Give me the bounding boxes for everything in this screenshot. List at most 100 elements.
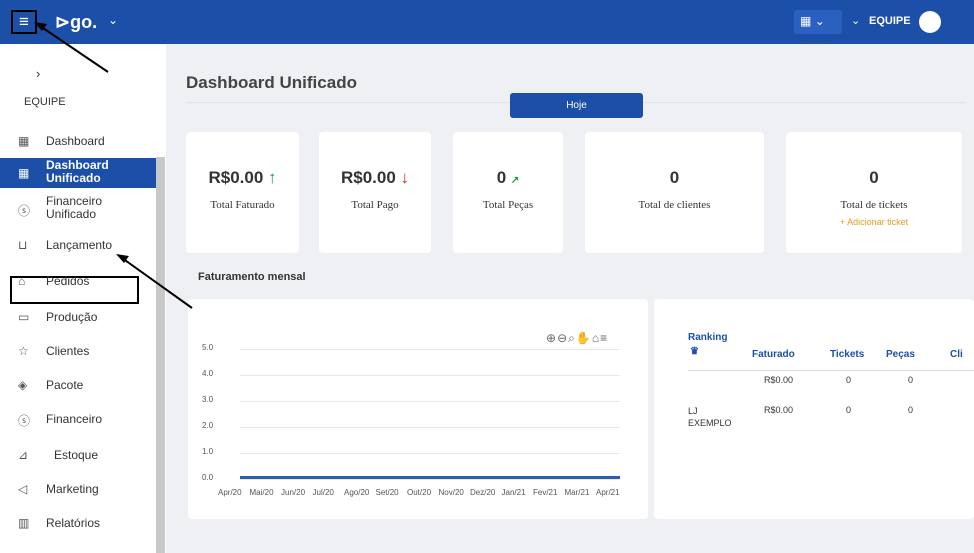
y-tick-label: 1.0 — [202, 447, 214, 456]
col-faturado[interactable]: Faturado — [752, 349, 795, 360]
dolly-icon: ⊿ — [18, 448, 29, 462]
ranking-title: Ranking — [688, 332, 728, 343]
section-title: Faturamento mensal — [198, 271, 306, 283]
sidebar: › EQUIPE ▦ Dashboard ▦ Dashboard Unificado… — [0, 44, 166, 553]
scrollbar[interactable] — [156, 157, 165, 553]
megaphone-icon: ◁ — [18, 482, 28, 496]
sidebar-item-pedidos[interactable]: ⌂ Pedidos — [0, 266, 156, 296]
gridline — [240, 375, 620, 376]
x-tick-label: Nov/20 — [438, 488, 464, 497]
card-total-pecas: 0 ↗ Total Peças — [453, 132, 563, 253]
sidebar-item-financeiro-unificado[interactable]: ⓢ Financeiro Unificado — [0, 194, 156, 224]
gridline — [240, 453, 620, 454]
row2-tickets: 0 — [846, 405, 852, 415]
building-icon: ▦ — [800, 14, 812, 28]
x-tick-label: Ago/20 — [344, 488, 370, 497]
page-title: Dashboard Unificado — [186, 73, 357, 92]
sidebar-item-clientes[interactable]: ☆ Clientes — [0, 336, 156, 366]
sidebar-item-dashboard-unificado[interactable]: ▦ Dashboard Unificado — [0, 158, 156, 188]
main-content: Dashboard Unificado Hoje R$0.00 ↑ Total … — [166, 44, 974, 553]
chart-panel: ⊕⊖⌕✋⌂≡ 5.0 4.0 3.0 2.0 1.0 0.0 Apr/20 Mai/20 Jun… — [188, 299, 648, 519]
trophy-icon: ♛ — [690, 346, 699, 357]
zoom-out-icon[interactable]: ⊖ — [557, 331, 568, 345]
card-label: Total Peças — [482, 199, 534, 211]
x-tick-label: Dez/20 — [470, 488, 496, 497]
sidebar-item-relatorios[interactable]: ▥ Relatórios — [0, 508, 156, 538]
row2-faturado: R$0.00 — [764, 405, 794, 415]
sidebar-item-producao[interactable]: ▭ Produção — [0, 302, 156, 332]
sidebar-item-lancamento[interactable]: ⊔ Lançamento — [0, 230, 156, 260]
team-label[interactable]: EQUIPE — [869, 15, 911, 27]
star-icon: ☆ — [18, 344, 29, 358]
card-label: Total Faturado — [210, 199, 275, 211]
x-tick-label: Jun/20 — [281, 488, 306, 497]
gridline — [240, 427, 620, 428]
chevron-down-icon[interactable]: ⌄ — [851, 14, 860, 27]
chevron-down-icon[interactable]: ⌄ — [108, 13, 118, 27]
home-icon[interactable]: ⌂ — [592, 331, 600, 345]
gridline — [240, 479, 620, 480]
dollar-circle-icon: ⓢ — [18, 414, 31, 428]
trend-up-icon: ↗ — [510, 175, 520, 186]
x-tick-label: Out/20 — [407, 488, 432, 497]
card-total-clientes: 0 Total de clientes — [585, 132, 764, 253]
x-tick-label: Mai/20 — [249, 488, 274, 497]
card-value: 0 — [496, 168, 507, 187]
sidebar-item-estoque[interactable]: ⊿ Estoque — [0, 440, 156, 470]
arrow-up-icon: ↑ — [268, 168, 277, 187]
card-value: R$0.00 — [340, 168, 396, 187]
building-select[interactable]: ▦ ⌄ — [794, 10, 842, 34]
card-label: Total Pago — [351, 199, 399, 211]
pan-icon[interactable]: ✋ — [576, 331, 592, 345]
ranking-panel: Ranking ♛ Faturado Tickets Peças Cli R$0… — [654, 299, 974, 519]
card-label: Total de clientes — [638, 199, 711, 211]
x-tick-label: Fev/21 — [533, 488, 558, 497]
gridline — [240, 349, 620, 350]
card-value: R$0.00 — [208, 168, 264, 187]
row1-pecas: 0 — [908, 375, 914, 385]
chart-icon: ▥ — [18, 516, 30, 530]
card-value: 0 — [869, 168, 879, 187]
hamburger-menu-icon[interactable]: ≡ — [11, 10, 37, 34]
card-total-tickets: 0 Total de tickets + Adicionar ticket — [786, 132, 962, 253]
x-tick-label: Mar/21 — [564, 488, 590, 497]
add-ticket-link[interactable]: + Adicionar ticket — [786, 217, 962, 227]
sidebar-item-financeiro[interactable]: ⓢ Financeiro — [0, 404, 156, 434]
sidebar-item-marketing[interactable]: ◁ Marketing — [0, 474, 156, 504]
grid-icon: ▦ — [18, 134, 30, 148]
card-label: Total de tickets — [840, 199, 908, 211]
series-line — [240, 476, 620, 479]
menu-icon[interactable]: ≡ — [600, 331, 608, 345]
y-tick-label: 0.0 — [202, 473, 214, 482]
grid-icon: ▦ — [18, 166, 30, 180]
sidebar-item-dashboard[interactable]: ▦ Dashboard — [0, 126, 156, 156]
gridline — [240, 401, 620, 402]
search-icon[interactable]: ⌕ — [568, 331, 576, 345]
truck-icon: ▭ — [18, 310, 30, 324]
user-avatar-icon[interactable] — [919, 11, 941, 33]
logo[interactable]: ⊳go. — [55, 12, 97, 33]
chevron-right-icon[interactable]: › — [36, 66, 40, 81]
col-clientes[interactable]: Cli — [950, 349, 963, 360]
divider — [688, 370, 974, 371]
top-bar: ≡ ⊳go. ⌄ ▦ ⌄ ⌄ EQUIPE — [0, 0, 974, 44]
y-tick-label: 5.0 — [202, 343, 214, 352]
x-tick-label: Jul/20 — [312, 488, 334, 497]
zoom-in-icon[interactable]: ⊕ — [546, 331, 557, 345]
sidebar-team-label: EQUIPE — [24, 96, 66, 108]
col-pecas[interactable]: Peças — [886, 349, 915, 360]
x-tick-label: Apr/20 — [218, 488, 242, 497]
row2-pecas: 0 — [908, 405, 914, 415]
chart-toolbar[interactable]: ⊕⊖⌕✋⌂≡ — [546, 331, 608, 346]
package-icon: ◈ — [18, 378, 28, 392]
cart-icon: ⊔ — [18, 238, 28, 252]
card-value: 0 — [669, 168, 680, 187]
period-button[interactable]: Hoje — [510, 93, 643, 118]
row2-name: LJ EXEMPLO — [688, 406, 732, 428]
y-tick-label: 4.0 — [202, 369, 214, 378]
dollar-circle-icon: ⓢ — [18, 204, 31, 218]
shirt-icon: ⌂ — [18, 274, 26, 288]
sidebar-item-pacote[interactable]: ◈ Pacote — [0, 370, 156, 400]
x-tick-label: Set/20 — [375, 488, 399, 497]
col-tickets[interactable]: Tickets — [830, 349, 864, 360]
